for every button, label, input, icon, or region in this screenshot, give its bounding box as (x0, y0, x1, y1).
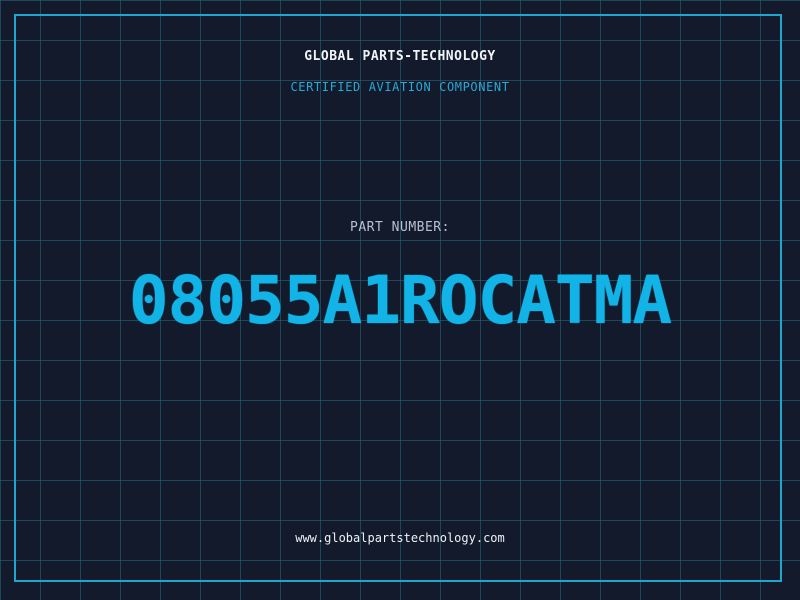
part-number-value: 08055A1ROCATMA (128, 262, 672, 339)
website-url: www.globalpartstechnology.com (295, 531, 505, 545)
subtitle: CERTIFIED AVIATION COMPONENT (290, 80, 510, 94)
brand-title: GLOBAL PARTS-TECHNOLOGY (304, 49, 496, 64)
part-number-label: PART NUMBER: (350, 220, 450, 235)
